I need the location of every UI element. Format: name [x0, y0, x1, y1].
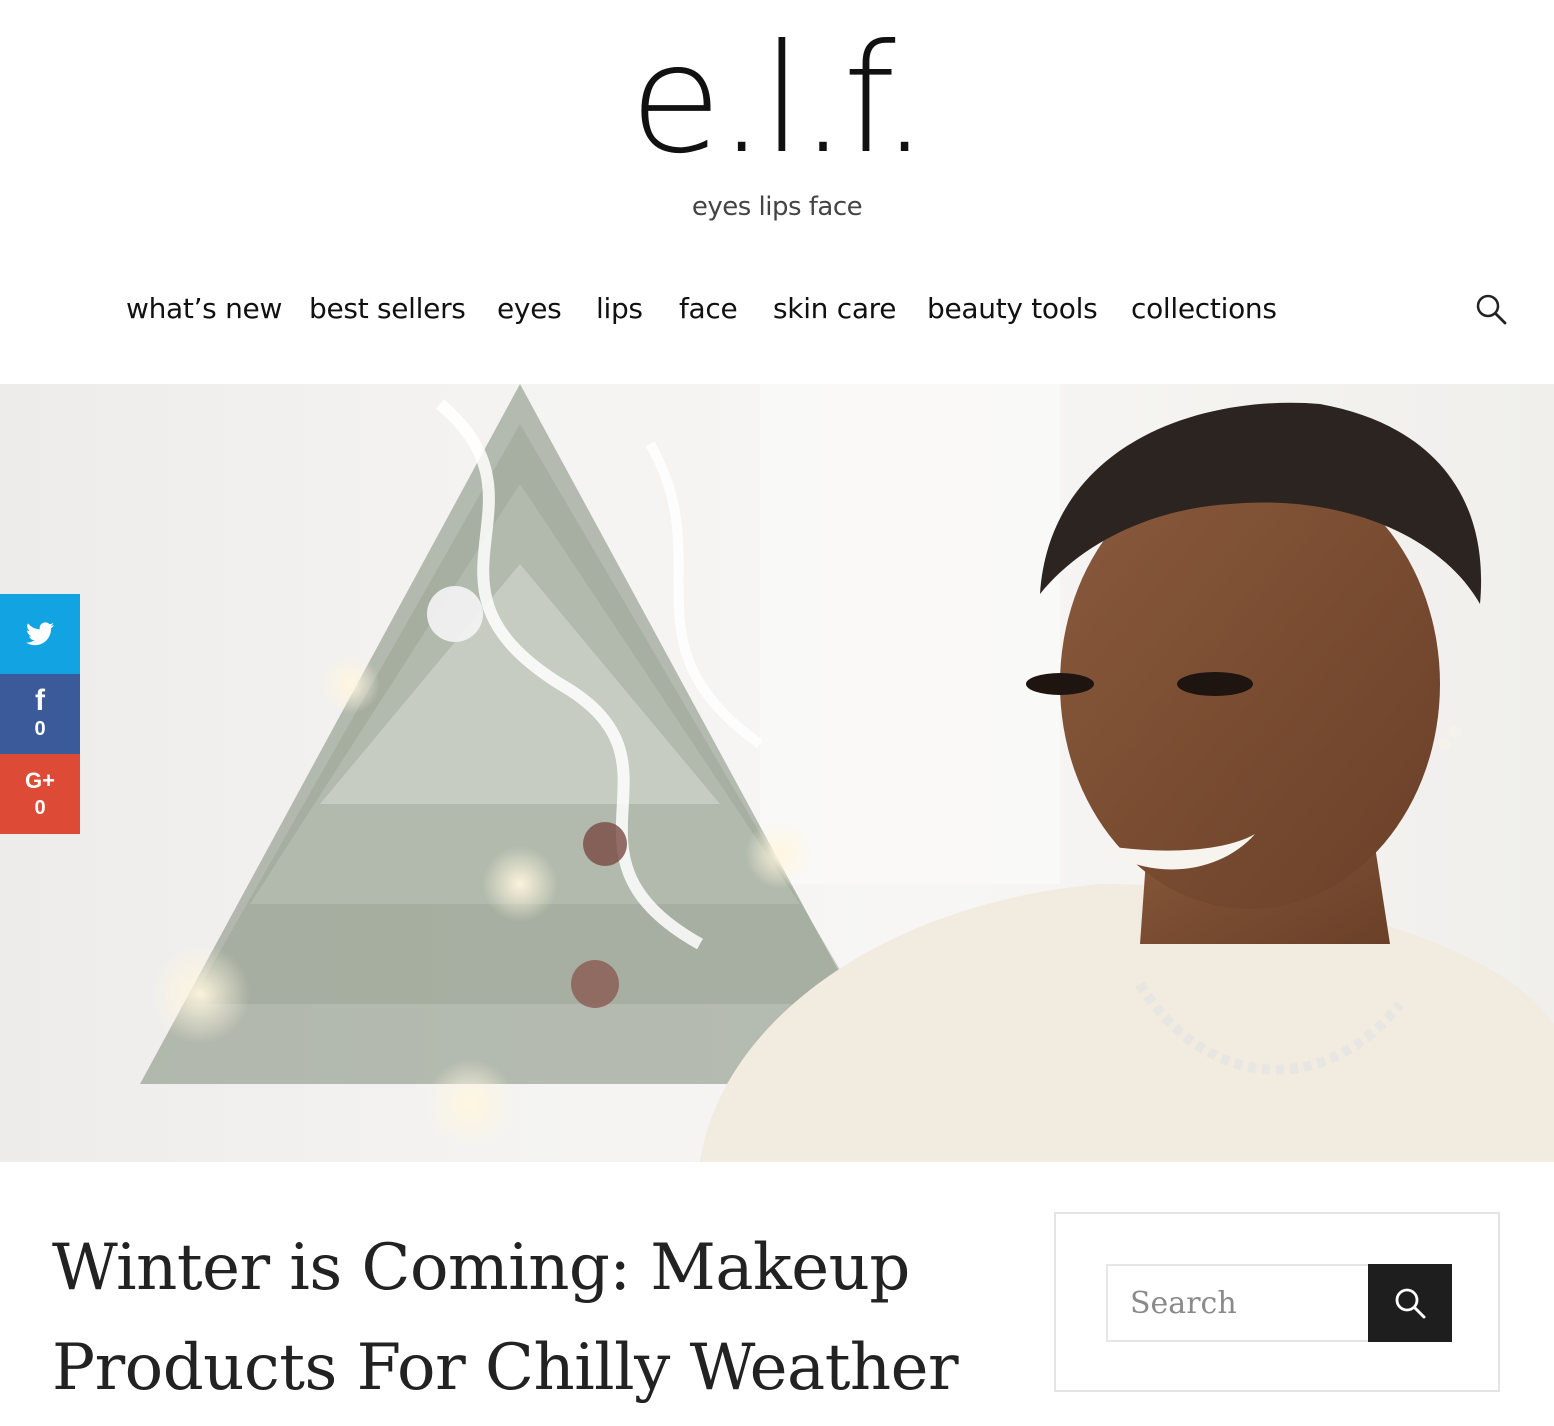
logo-tagline: eyes lips face — [691, 192, 863, 222]
sidebar-search-widget — [1054, 1212, 1500, 1392]
search-icon[interactable] — [1472, 290, 1510, 328]
hero-image — [0, 384, 1554, 1162]
sidebar-search-button[interactable] — [1368, 1264, 1452, 1342]
nav-item-eyes[interactable]: eyes — [497, 285, 562, 333]
facebook-icon: f — [35, 684, 45, 717]
nav-item-whats-new[interactable]: what’s new — [126, 285, 282, 333]
facebook-share-button[interactable]: f 0 — [0, 674, 80, 754]
twitter-share-button[interactable] — [0, 594, 80, 674]
google-plus-share-button[interactable]: G+ 0 — [0, 754, 80, 834]
main-nav: what’s new best sellers eyes lips face s… — [0, 285, 1554, 333]
nav-item-collections[interactable]: collections — [1131, 285, 1277, 333]
nav-item-best-sellers[interactable]: best sellers — [309, 285, 466, 333]
nav-item-lips[interactable]: lips — [596, 285, 643, 333]
facebook-share-count: 0 — [34, 718, 46, 740]
nav-item-face[interactable]: face — [679, 285, 738, 333]
sidebar-search-input[interactable] — [1106, 1264, 1368, 1342]
google-plus-share-count: 0 — [34, 797, 46, 819]
article-title: Winter is Coming: Makeup Products For Ch… — [52, 1218, 1012, 1418]
google-plus-icon: G+ — [25, 768, 55, 793]
article-title-line-2: Products For Chilly Weather — [52, 1331, 959, 1405]
nav-item-beauty-tools[interactable]: beauty tools — [927, 285, 1098, 333]
search-icon — [1395, 1288, 1426, 1319]
site-logo[interactable]: e.l.f. eyes lips face — [0, 0, 1554, 250]
hero-illustration — [140, 384, 1554, 1162]
article-title-line-1: Winter is Coming: Makeup — [52, 1231, 910, 1305]
social-share-bar: f 0 G+ 0 — [0, 594, 80, 834]
nav-item-skin-care[interactable]: skin care — [773, 285, 897, 333]
twitter-icon — [26, 622, 54, 646]
logo-mark: e.l.f. — [629, 13, 929, 187]
